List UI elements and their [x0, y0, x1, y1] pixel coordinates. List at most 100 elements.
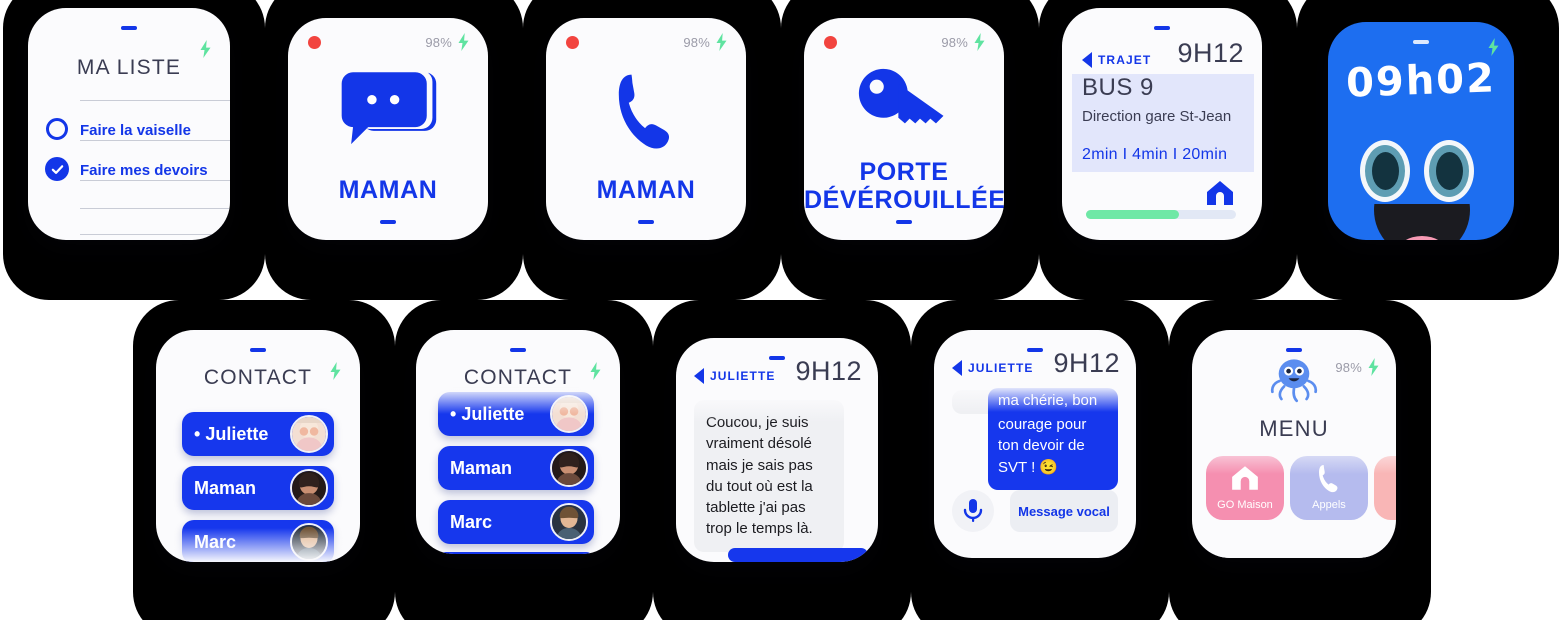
voice-message-button[interactable]: Message vocal: [1010, 490, 1118, 532]
key-icon: [858, 68, 944, 124]
lightning-bolt-icon: [715, 33, 728, 51]
clock-time: 9H12: [795, 356, 862, 386]
card-title: MAMAN: [596, 176, 696, 204]
contact-name-label: Marc: [450, 511, 493, 532]
lightning-bolt-icon: [973, 33, 986, 51]
bus-line-number: BUS 9: [1082, 74, 1154, 101]
back-label: TRAJET: [1098, 53, 1152, 67]
watch-card-trajet: TRAJET 9H12 BUS 9 Direction gare St-Jean…: [1062, 8, 1262, 240]
octopus-icon: [1270, 359, 1318, 403]
back-caret-icon: [694, 368, 704, 384]
contact-name-label: Juliette: [461, 403, 525, 424]
contact-row-maman[interactable]: Maman: [438, 446, 594, 490]
selected-dot-icon: •: [194, 423, 201, 444]
contact-row-marc[interactable]: Marc: [182, 520, 334, 562]
check-icon: [51, 164, 63, 174]
list-rule: [80, 234, 230, 235]
list-rule: [80, 180, 230, 181]
home-icon: [1232, 466, 1258, 490]
avatar-marc: [550, 503, 588, 541]
watch-card-message-vocal: JULIETTE 9H12 ma chérie, bon courage pou…: [934, 330, 1136, 558]
page-title: CONTACT: [463, 366, 573, 389]
battery-percent: 98%: [683, 35, 710, 50]
clock-time: 9H12: [1053, 348, 1120, 378]
message-bubble-incoming: Coucou, je suis vraiment désolé mais je …: [694, 400, 844, 552]
phone-handset-icon: [1319, 465, 1338, 493]
record-dot-icon: [824, 36, 837, 49]
notch-indicator-bottom: [638, 220, 654, 224]
todo-label[interactable]: Faire mes devoirs: [80, 162, 208, 179]
todo-checkbox-unchecked[interactable]: [46, 118, 68, 140]
contact-name-label: Marc: [194, 531, 237, 552]
battery-percent: 98%: [941, 35, 968, 50]
watch-card-ma-liste: MA LISTE Faire la vaiselle Faire mes dev…: [28, 8, 230, 240]
contact-row-next-partial[interactable]: [438, 552, 594, 554]
contact-row-juliette[interactable]: • Juliette: [438, 392, 594, 436]
contact-row-marc[interactable]: Marc: [438, 500, 594, 544]
face-eye-right: [1424, 140, 1474, 202]
battery-percent: 98%: [425, 35, 452, 50]
message-bubble-outgoing: courage pour ton devoir de SVT ! 😉: [988, 410, 1118, 490]
record-dot-icon: [566, 36, 579, 49]
todo-label[interactable]: Faire la vaiselle: [80, 122, 191, 139]
notch-indicator: [1027, 348, 1043, 352]
menu-tile-appels[interactable]: Appels: [1290, 456, 1368, 520]
contact-name-label: Juliette: [205, 423, 269, 444]
bus-direction: Direction gare St-Jean: [1082, 108, 1232, 125]
notch-indicator: [1413, 40, 1429, 44]
record-dot-icon: [308, 36, 321, 49]
avatar-maman: [550, 449, 588, 487]
back-label: JULIETTE: [710, 369, 776, 383]
face-mouth: [1374, 204, 1470, 240]
menu-tile-label: Appels: [1312, 499, 1346, 511]
watch-card-message-maman: 98% MAMAN: [288, 18, 488, 240]
lightning-bolt-icon: [1367, 358, 1380, 376]
bus-next-times: 2min I 4min I 20min: [1082, 146, 1228, 163]
avatar-juliette: [290, 415, 328, 453]
page-title: CONTACT: [203, 366, 313, 389]
contact-name-label: Maman: [450, 457, 513, 478]
notch-indicator: [1154, 26, 1170, 30]
back-button[interactable]: JULIETTE: [952, 360, 1033, 376]
notch-indicator: [1286, 348, 1302, 352]
watch-card-contact-a: CONTACT • Juliette Maman Marc: [156, 330, 360, 562]
contact-row-juliette[interactable]: • Juliette: [182, 412, 334, 456]
back-button[interactable]: TRAJET: [1082, 52, 1151, 68]
back-caret-icon: [1082, 52, 1092, 68]
message-bubble-outgoing-cut: ma chérie, bon: [988, 388, 1118, 412]
notch-indicator-bottom: [380, 220, 396, 224]
watch-card-face: 09h02: [1328, 22, 1514, 240]
contact-row-maman[interactable]: Maman: [182, 466, 334, 510]
watch-card-contact-b: CONTACT • Juliette Maman Marc: [416, 330, 620, 554]
chat-bubbles-icon: [341, 70, 437, 145]
notch-indicator: [510, 348, 526, 352]
menu-fade-bottom: [1192, 524, 1396, 558]
notch-indicator-bottom: [896, 220, 912, 224]
avatar-juliette: [550, 395, 588, 433]
menu-tile-partial[interactable]: [1374, 456, 1396, 520]
menu-tile-go-maison[interactable]: GO Maison: [1206, 456, 1284, 520]
lightning-bolt-icon: [457, 33, 470, 51]
progress-fill: [1086, 210, 1179, 219]
watch-face-time: 09h02: [1345, 55, 1497, 107]
watch-card-porte: 98% PORTE DÉVÉROUILLÉE: [804, 18, 1004, 240]
list-rule: [80, 100, 230, 101]
notch-indicator: [769, 356, 785, 360]
back-button[interactable]: JULIETTE: [694, 368, 775, 384]
menu-tile-label: GO Maison: [1217, 499, 1273, 511]
list-rule: [80, 208, 230, 209]
microphone-button[interactable]: [952, 490, 994, 532]
card-title-line2: DÉVÉROUILLÉE: [804, 186, 1004, 214]
page-title: MENU: [1259, 416, 1329, 441]
message-bubble-outgoing-partial: [728, 548, 868, 562]
home-icon: [1207, 181, 1233, 205]
phone-handset-icon: [618, 74, 670, 149]
notch-indicator: [121, 26, 137, 30]
selected-dot-icon: •: [450, 403, 457, 424]
watch-card-message-juliette: JULIETTE 9H12 Coucou, je suis vraiment d…: [676, 338, 878, 562]
avatar-marc: [290, 523, 328, 561]
todo-checkbox-checked[interactable]: [45, 157, 69, 181]
lightning-bolt-icon: [1487, 38, 1500, 56]
back-label: JULIETTE: [968, 361, 1034, 375]
card-title: MAMAN: [338, 176, 438, 204]
